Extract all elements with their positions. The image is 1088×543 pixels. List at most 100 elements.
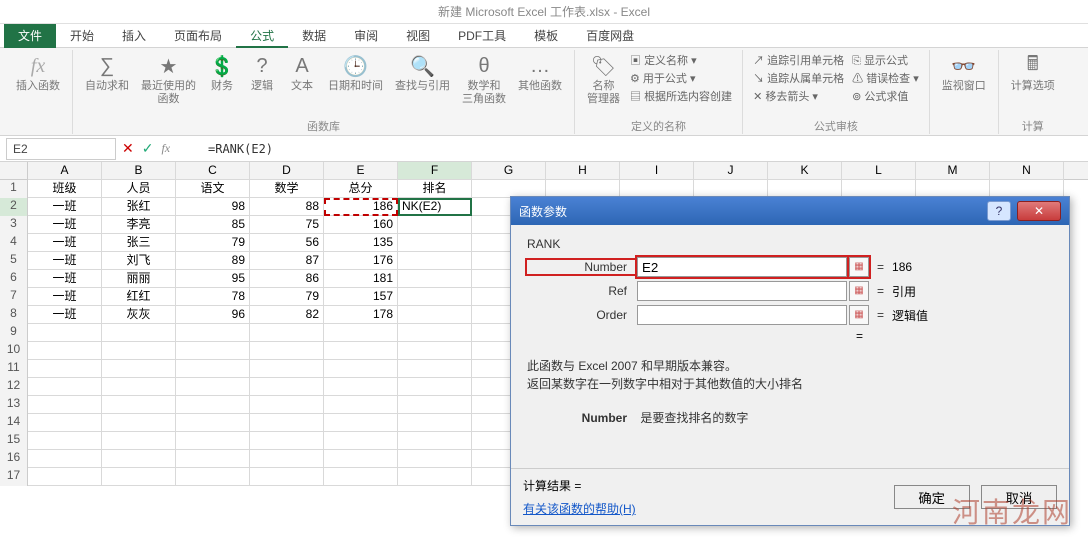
cell[interactable]: 79 xyxy=(176,234,250,252)
tab-view[interactable]: 视图 xyxy=(392,24,444,48)
row-header[interactable]: 14 xyxy=(0,414,28,432)
cell[interactable] xyxy=(250,396,324,414)
dialog-help-button[interactable]: ? xyxy=(987,201,1011,221)
col-header-K[interactable]: K xyxy=(768,162,842,180)
formula-bar[interactable]: =RANK(E2) xyxy=(202,142,1088,156)
col-header-J[interactable]: J xyxy=(694,162,768,180)
col-header-N[interactable]: N xyxy=(990,162,1064,180)
cell[interactable] xyxy=(250,414,324,432)
cell[interactable]: 张红 xyxy=(102,198,176,216)
create-from-selection-button[interactable]: ▤ 根据所选内容创建 xyxy=(630,88,732,106)
cell[interactable]: 87 xyxy=(250,252,324,270)
row-header[interactable]: 4 xyxy=(0,234,28,252)
row-header[interactable]: 10 xyxy=(0,342,28,360)
cell[interactable] xyxy=(398,288,472,306)
col-header-M[interactable]: M xyxy=(916,162,990,180)
cell[interactable] xyxy=(324,342,398,360)
cell[interactable] xyxy=(102,396,176,414)
row-header[interactable]: 7 xyxy=(0,288,28,306)
cell[interactable]: 人员 xyxy=(102,180,176,198)
cell[interactable]: 157 xyxy=(324,288,398,306)
range-picker-icon[interactable]: ▦ xyxy=(849,281,869,301)
row-header[interactable]: 15 xyxy=(0,432,28,450)
cell[interactable]: 张三 xyxy=(102,234,176,252)
row-header[interactable]: 12 xyxy=(0,378,28,396)
cell[interactable] xyxy=(176,360,250,378)
remove-arrows-button[interactable]: ✕ 移去箭头 ▾ xyxy=(753,88,844,106)
col-header-L[interactable]: L xyxy=(842,162,916,180)
cell[interactable]: 丽丽 xyxy=(102,270,176,288)
cell[interactable] xyxy=(250,342,324,360)
autosum-button[interactable]: ∑自动求和 xyxy=(79,50,135,95)
row-header[interactable]: 9 xyxy=(0,324,28,342)
cell[interactable] xyxy=(102,468,176,486)
cell[interactable] xyxy=(176,396,250,414)
cell[interactable] xyxy=(398,450,472,468)
tab-pagelayout[interactable]: 页面布局 xyxy=(160,24,236,48)
logical-button[interactable]: ?逻辑 xyxy=(242,50,282,95)
cell[interactable] xyxy=(324,414,398,432)
cell[interactable]: 135 xyxy=(324,234,398,252)
ok-button[interactable]: 确定 xyxy=(894,485,970,509)
row-header[interactable]: 17 xyxy=(0,468,28,486)
cell[interactable]: 总分 xyxy=(324,180,398,198)
cell[interactable] xyxy=(398,216,472,234)
dialog-close-button[interactable]: ✕ xyxy=(1017,201,1061,221)
row-header[interactable]: 1 xyxy=(0,180,28,198)
col-header-A[interactable]: A xyxy=(28,162,102,180)
arg-input-number[interactable] xyxy=(637,257,847,277)
cell[interactable] xyxy=(324,396,398,414)
cell[interactable] xyxy=(324,324,398,342)
cell[interactable] xyxy=(102,378,176,396)
cell[interactable] xyxy=(28,414,102,432)
cell[interactable] xyxy=(398,360,472,378)
col-header-C[interactable]: C xyxy=(176,162,250,180)
cell[interactable]: 98 xyxy=(176,198,250,216)
cell[interactable]: 李亮 xyxy=(102,216,176,234)
tab-insert[interactable]: 插入 xyxy=(108,24,160,48)
cell[interactable]: 75 xyxy=(250,216,324,234)
cell[interactable] xyxy=(250,324,324,342)
cell[interactable]: 79 xyxy=(250,288,324,306)
more-functions-button[interactable]: …其他函数 xyxy=(512,50,568,95)
arg-input-ref[interactable] xyxy=(637,281,847,301)
tab-home[interactable]: 开始 xyxy=(56,24,108,48)
cell[interactable] xyxy=(28,450,102,468)
cell[interactable]: 186 xyxy=(324,198,398,216)
tab-baidu[interactable]: 百度网盘 xyxy=(572,24,648,48)
cell[interactable] xyxy=(398,468,472,486)
tab-template[interactable]: 模板 xyxy=(520,24,572,48)
cell[interactable] xyxy=(398,234,472,252)
cell[interactable] xyxy=(398,414,472,432)
cell[interactable] xyxy=(176,414,250,432)
col-header-F[interactable]: F xyxy=(398,162,472,180)
col-header-H[interactable]: H xyxy=(546,162,620,180)
cell[interactable] xyxy=(250,450,324,468)
cancel-formula-icon[interactable]: ✕ xyxy=(122,140,134,157)
math-button[interactable]: θ数学和 三角函数 xyxy=(456,50,512,108)
cell[interactable] xyxy=(324,432,398,450)
range-picker-icon[interactable]: ▦ xyxy=(849,257,869,277)
cell[interactable] xyxy=(28,342,102,360)
evaluate-formula-button[interactable]: ⊚ 公式求值 xyxy=(852,88,919,106)
row-header[interactable]: 8 xyxy=(0,306,28,324)
cell[interactable] xyxy=(102,450,176,468)
cell[interactable]: 刘飞 xyxy=(102,252,176,270)
row-header[interactable]: 11 xyxy=(0,360,28,378)
cell[interactable] xyxy=(176,450,250,468)
cell[interactable]: 数学 xyxy=(250,180,324,198)
trace-dependents-button[interactable]: ↘ 追踪从属单元格 xyxy=(753,70,844,88)
cell[interactable] xyxy=(324,450,398,468)
insert-function-button[interactable]: fx 插入函数 xyxy=(10,50,66,95)
tab-formulas[interactable]: 公式 xyxy=(236,24,288,48)
cell[interactable] xyxy=(102,360,176,378)
tab-review[interactable]: 审阅 xyxy=(340,24,392,48)
cell[interactable]: 78 xyxy=(176,288,250,306)
cell[interactable]: 160 xyxy=(324,216,398,234)
cell[interactable] xyxy=(28,324,102,342)
cell[interactable]: 96 xyxy=(176,306,250,324)
col-header-G[interactable]: G xyxy=(472,162,546,180)
lookup-button[interactable]: 🔍查找与引用 xyxy=(389,50,456,95)
cell[interactable]: 灰灰 xyxy=(102,306,176,324)
cell[interactable] xyxy=(176,468,250,486)
